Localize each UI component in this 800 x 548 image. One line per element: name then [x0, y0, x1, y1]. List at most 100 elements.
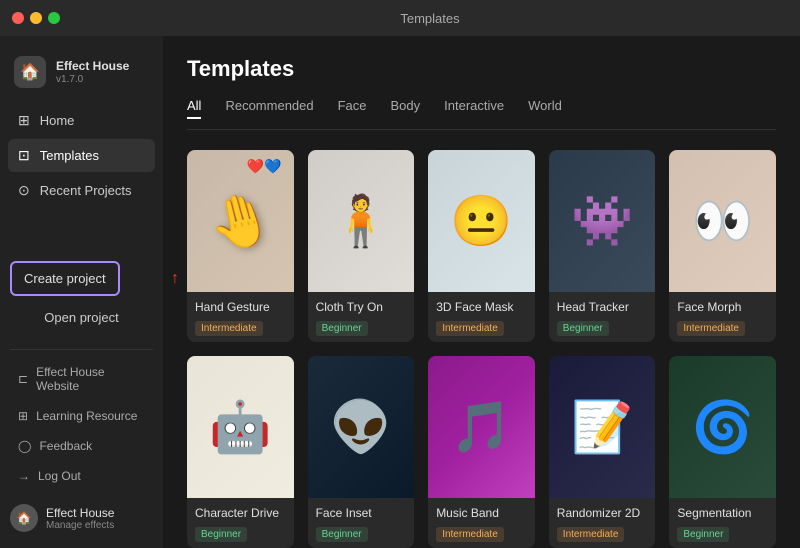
sidebar-item-feedback-label: Feedback: [39, 439, 92, 453]
template-thumb-hand-gesture: 🤚 ❤️💙: [187, 150, 294, 292]
template-card-music-band[interactable]: 🎵 Music Band Intermediate: [428, 356, 535, 548]
template-badge-segmentation: Beginner: [677, 527, 729, 542]
music-emoji: 🎵: [450, 398, 512, 457]
filter-tabs: All Recommended Face Body Interactive Wo…: [187, 98, 776, 130]
char-emoji: 🤖: [209, 398, 271, 457]
sidebar-logo: 🏠 Effect House v1.7.0: [0, 48, 163, 104]
avatar: 🏠: [10, 504, 38, 532]
tab-interactive[interactable]: Interactive: [444, 98, 504, 119]
facemorph-emoji: 👀: [692, 192, 754, 251]
sidebar-item-home-label: Home: [40, 113, 75, 128]
sidebar-item-recent-label: Recent Projects: [40, 183, 132, 198]
template-name-char-drive: Character Drive: [195, 506, 286, 520]
template-thumb-randomizer: 📝: [549, 356, 656, 498]
seg-emoji: 🌀: [692, 398, 754, 457]
template-thumb-cloth: 🧍: [308, 150, 415, 292]
tab-face[interactable]: Face: [338, 98, 367, 119]
main-content: Templates All Recommended Face Body Inte…: [163, 36, 800, 548]
template-info-hand-gesture: Hand Gesture Intermediate: [187, 292, 294, 342]
template-badge-music-band: Intermediate: [436, 527, 504, 542]
sidebar-item-learning[interactable]: ⊞ Learning Resource: [8, 402, 155, 430]
template-badge-hand-gesture: Intermediate: [195, 321, 263, 336]
randomizer-emoji: 📝: [571, 398, 633, 457]
app-version: v1.7.0: [56, 74, 129, 85]
template-thumb-segmentation: 🌀: [669, 356, 776, 498]
sidebar-nav: ⊞ Home ⊡ Templates ⊙ Recent Projects: [0, 104, 163, 253]
template-badge-face-inset: Beginner: [316, 527, 368, 542]
create-project-button[interactable]: Create project: [10, 261, 120, 296]
template-name-music-band: Music Band: [436, 506, 527, 520]
sidebar-item-templates-label: Templates: [40, 148, 99, 163]
template-name-segmentation: Segmentation: [677, 506, 768, 520]
template-thumb-face3d: 😐: [428, 150, 535, 292]
template-info-head-tracker: Head Tracker Beginner: [549, 292, 656, 342]
template-info-cloth: Cloth Try On Beginner: [308, 292, 415, 342]
sidebar-item-recent[interactable]: ⊙ Recent Projects: [8, 174, 155, 207]
tab-recommended[interactable]: Recommended: [225, 98, 313, 119]
hand-emoji: 🤚: [201, 183, 279, 259]
close-button[interactable]: [12, 12, 24, 24]
face3d-emoji: 😐: [450, 192, 512, 251]
sidebar-item-learning-label: Learning Resource: [36, 409, 137, 423]
sidebar-item-website[interactable]: ⊏ Effect House Website: [8, 358, 155, 400]
traffic-lights: [12, 12, 60, 24]
template-card-head-tracker[interactable]: 👾 Head Tracker Beginner: [549, 150, 656, 342]
tab-body[interactable]: Body: [391, 98, 421, 119]
title-bar-label: Templates: [400, 11, 459, 26]
template-card-face-inset[interactable]: 👽 Face Inset Beginner: [308, 356, 415, 548]
template-info-char-drive: Character Drive Beginner: [187, 498, 294, 548]
template-info-segmentation: Segmentation Beginner: [669, 498, 776, 548]
template-card-cloth[interactable]: 🧍 Cloth Try On Beginner: [308, 150, 415, 342]
template-info-face3d: 3D Face Mask Intermediate: [428, 292, 535, 342]
page-title: Templates: [187, 56, 776, 82]
template-card-randomizer[interactable]: 📝 Randomizer 2D Intermediate: [549, 356, 656, 548]
template-thumb-head-tracker: 👾: [549, 150, 656, 292]
template-badge-char-drive: Beginner: [195, 527, 247, 542]
template-card-face3d[interactable]: 😐 3D Face Mask Intermediate: [428, 150, 535, 342]
head-emoji: 👾: [571, 192, 633, 251]
template-card-hand-gesture[interactable]: 🤚 ❤️💙 Hand Gesture Intermediate: [187, 150, 294, 342]
sidebar-item-feedback[interactable]: ◯ Feedback: [8, 432, 155, 460]
templates-icon: ⊡: [18, 147, 30, 164]
template-info-face-morph: Face Morph Intermediate: [669, 292, 776, 342]
template-card-segmentation[interactable]: 🌀 Segmentation Beginner: [669, 356, 776, 548]
profile-name: Effect House: [46, 506, 114, 520]
template-info-music-band: Music Band Intermediate: [428, 498, 535, 548]
sidebar-item-home[interactable]: ⊞ Home: [8, 104, 155, 137]
tab-world[interactable]: World: [528, 98, 562, 119]
template-card-char-drive[interactable]: 🤖 Character Drive Beginner: [187, 356, 294, 548]
sidebar-divider: [10, 349, 153, 350]
recent-icon: ⊙: [18, 182, 30, 199]
sidebar-bottom: ⊏ Effect House Website ⊞ Learning Resour…: [0, 358, 163, 490]
app-body: 🏠 Effect House v1.7.0 ⊞ Home ⊡ Templates…: [0, 36, 800, 548]
template-card-face-morph[interactable]: 👀 Face Morph Intermediate: [669, 150, 776, 342]
template-badge-head-tracker: Beginner: [557, 321, 609, 336]
tab-all[interactable]: All: [187, 98, 201, 119]
minimize-button[interactable]: [30, 12, 42, 24]
cloth-emoji: 🧍: [330, 192, 392, 251]
template-info-randomizer: Randomizer 2D Intermediate: [549, 498, 656, 548]
template-badge-cloth: Beginner: [316, 321, 368, 336]
feedback-icon: ◯: [18, 439, 31, 453]
app-name: Effect House: [56, 59, 129, 75]
sidebar-profile[interactable]: 🏠 Effect House Manage effects: [0, 494, 163, 536]
sidebar-item-logout[interactable]: → Log Out: [8, 462, 155, 490]
template-thumb-char-drive: 🤖: [187, 356, 294, 498]
sidebar-actions: Create project ↑ Open project: [0, 253, 163, 341]
app-logo-icon: 🏠: [14, 56, 46, 88]
sidebar-item-templates[interactable]: ⊡ Templates: [8, 139, 155, 172]
maximize-button[interactable]: [48, 12, 60, 24]
template-name-head-tracker: Head Tracker: [557, 300, 648, 314]
sidebar-item-logout-label: Log Out: [38, 469, 81, 483]
title-bar: Templates: [0, 0, 800, 36]
template-badge-randomizer: Intermediate: [557, 527, 625, 542]
learning-icon: ⊞: [18, 409, 28, 423]
create-arrow-indicator: ↑: [171, 270, 179, 288]
sidebar: 🏠 Effect House v1.7.0 ⊞ Home ⊡ Templates…: [0, 36, 163, 548]
template-thumb-music-band: 🎵: [428, 356, 535, 498]
home-icon: ⊞: [18, 112, 30, 129]
template-name-face-inset: Face Inset: [316, 506, 407, 520]
profile-info: Effect House Manage effects: [46, 506, 114, 531]
template-badge-face3d: Intermediate: [436, 321, 504, 336]
open-project-button[interactable]: Open project: [10, 302, 153, 333]
